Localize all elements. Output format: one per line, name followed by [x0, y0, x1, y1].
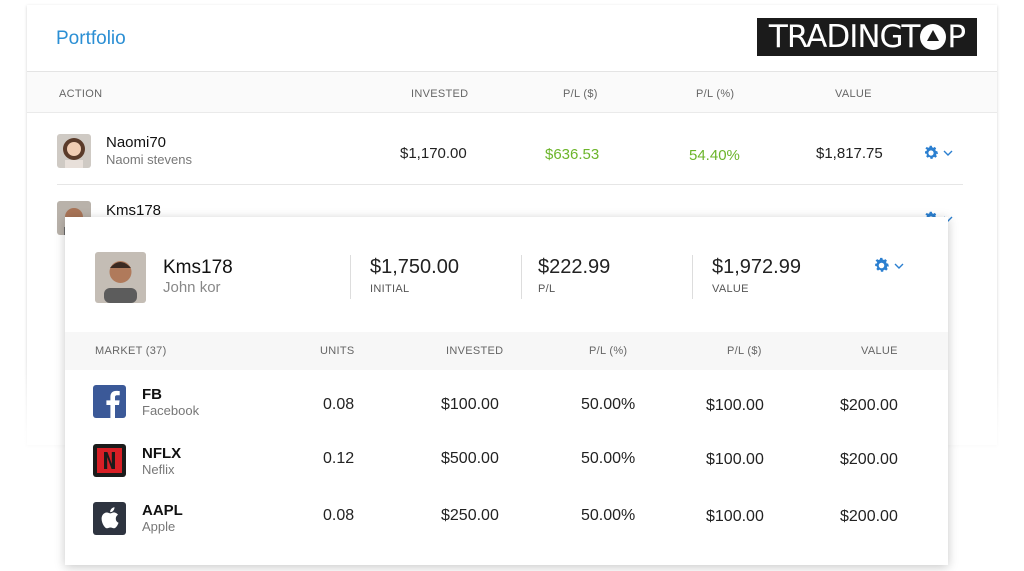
col-action: ACTION — [59, 88, 103, 100]
market-ticker[interactable]: AAPL — [142, 502, 183, 519]
gear-icon — [925, 145, 939, 159]
stat-value-value: $1,972.99 — [712, 256, 801, 278]
market-invested: $250.00 — [441, 507, 499, 524]
page-title: Portfolio — [56, 28, 126, 49]
market-pl-pct: 50.00% — [581, 507, 636, 524]
stat-value-label: VALUE — [712, 283, 749, 295]
netflix-icon[interactable] — [93, 444, 126, 477]
market-pl-pct: 50.00% — [581, 396, 636, 413]
market-value: $200.00 — [840, 451, 898, 468]
gear-icon — [875, 257, 889, 272]
investor-detail-card: Kms178 John kor $1,750.00 INITIAL $222.9… — [65, 217, 948, 565]
chevron-down-icon — [894, 263, 904, 269]
detail-avatar[interactable] — [95, 252, 146, 303]
market-units: 0.08 — [323, 507, 355, 524]
stat-divider — [692, 255, 693, 299]
market-units: 0.12 — [323, 450, 355, 467]
row-pl-usd: $636.53 — [545, 146, 600, 163]
stat-pl-value: $222.99 — [538, 256, 611, 278]
market-value: $200.00 — [840, 397, 898, 414]
stat-initial-label: INITIAL — [370, 283, 410, 295]
market-name: Neflix — [142, 462, 175, 477]
row-fullname: Naomi stevens — [106, 152, 192, 167]
apple-icon[interactable] — [93, 502, 126, 535]
row-invested: $1,170.00 — [400, 145, 467, 162]
market-invested: $500.00 — [441, 450, 499, 467]
market-pl-usd: $100.00 — [706, 508, 764, 525]
market-pl-pct: 50.00% — [581, 450, 636, 467]
row-pl-pct: 54.40% — [689, 147, 740, 164]
col-value: VALUE — [835, 88, 872, 100]
market-header-band — [65, 332, 948, 370]
col-pl-usd: P/L ($) — [563, 88, 598, 100]
logo-mark-icon — [920, 24, 947, 50]
tradingtop-logo: TRADINGT P — [757, 18, 977, 56]
stat-initial-value: $1,750.00 — [370, 256, 459, 278]
avatar-john-icon — [95, 252, 146, 303]
col-market: MARKET (37) — [95, 345, 167, 357]
row-username[interactable]: Naomi70 — [106, 134, 166, 151]
col-pl-usd: P/L ($) — [727, 345, 762, 357]
detail-settings-button[interactable] — [872, 256, 904, 275]
col-invested: INVESTED — [446, 345, 504, 357]
facebook-icon[interactable] — [93, 385, 126, 418]
avatar-naomi-icon — [57, 134, 91, 168]
market-invested: $100.00 — [441, 396, 499, 413]
col-value: VALUE — [861, 345, 898, 357]
col-pl-pct: P/L (%) — [696, 88, 735, 100]
row-divider — [57, 184, 963, 185]
market-name: Apple — [142, 519, 176, 534]
market-pl-usd: $100.00 — [706, 451, 764, 468]
market-ticker[interactable]: FB — [142, 386, 162, 403]
col-pl-pct: P/L (%) — [589, 345, 628, 357]
stat-pl-label: P/L — [538, 283, 556, 295]
col-units: UNITS — [320, 345, 355, 357]
logo-text-end: P — [947, 19, 966, 55]
market-name: Facebook — [142, 403, 200, 418]
market-ticker[interactable]: NFLX — [142, 445, 181, 462]
chevron-down-icon — [943, 150, 953, 156]
avatar[interactable] — [57, 134, 91, 168]
stat-divider — [350, 255, 351, 299]
detail-header: Kms178 John kor $1,750.00 INITIAL $222.9… — [65, 217, 948, 332]
col-invested: INVESTED — [411, 88, 469, 100]
detail-fullname: John kor — [163, 279, 221, 296]
row-value: $1,817.75 — [816, 145, 883, 162]
detail-username: Kms178 — [163, 257, 233, 278]
market-value: $200.00 — [840, 508, 898, 525]
row-settings-button[interactable] — [922, 144, 953, 162]
stat-divider — [521, 255, 522, 299]
market-pl-usd: $100.00 — [706, 397, 764, 414]
logo-text: TRADINGT — [768, 19, 920, 55]
market-units: 0.08 — [323, 396, 355, 413]
